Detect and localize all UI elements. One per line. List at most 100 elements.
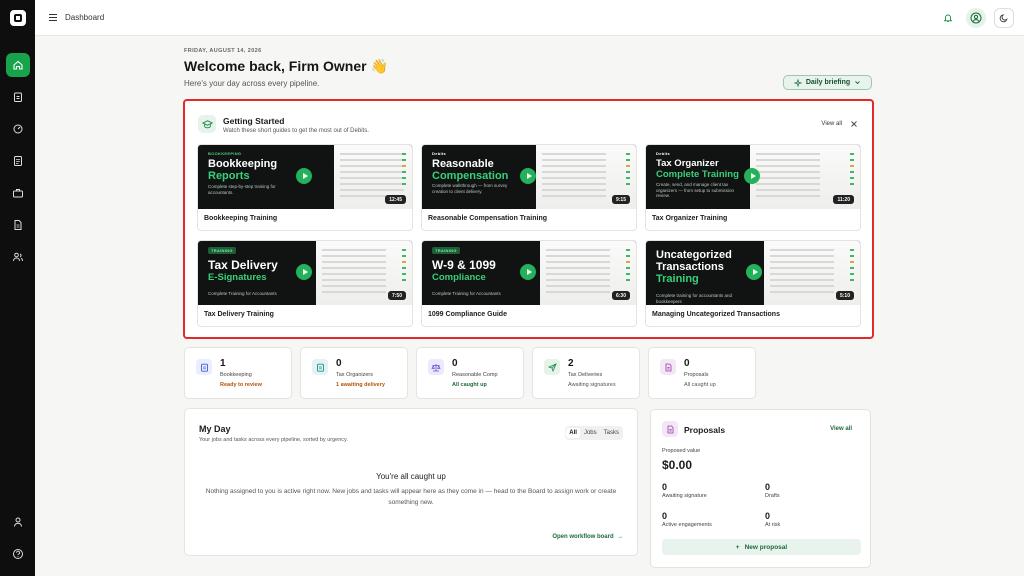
open-workflow-board-link[interactable]: Open workflow board → <box>552 534 623 540</box>
video-title: Bookkeeping Training <box>204 215 278 222</box>
getting-started-title: Getting Started <box>223 116 285 126</box>
current-date: FRIDAY, AUGUST 14, 2026 <box>184 48 262 54</box>
video-headline: Bookkeeping <box>208 158 278 170</box>
play-icon[interactable] <box>746 264 762 280</box>
sidebar-item-jobs[interactable] <box>6 181 30 205</box>
stat-label: Reasonable Comp <box>452 372 498 378</box>
stat-count: 0 <box>452 358 458 369</box>
video-thumbnail[interactable]: Uncategorized Transactions Training Comp… <box>646 241 860 305</box>
user-icon <box>13 517 22 527</box>
metric-label: Awaiting signature <box>662 493 707 499</box>
video-tag: Debits <box>432 151 447 156</box>
metric-active-engagements: 0 Active engagements <box>662 511 712 528</box>
metric-drafts: 0 Drafts <box>765 482 780 499</box>
video-card-reasonable-compensation[interactable]: Debits Reasonable Compensation Complete … <box>421 144 637 231</box>
sidebar-item-bookkeeping[interactable] <box>6 85 30 109</box>
filter-tasks[interactable]: Tasks <box>601 428 622 438</box>
video-blurb: Complete walkthrough — from survey creat… <box>432 183 508 194</box>
video-duration: 7:50 <box>387 291 406 300</box>
video-card-tax-delivery[interactable]: TRAINING Tax Delivery E-Signatures Compl… <box>197 240 413 327</box>
sidebar-item-clients[interactable] <box>6 245 30 269</box>
document-icon <box>662 421 678 437</box>
theme-toggle-button[interactable] <box>994 8 1014 28</box>
proposed-value: $0.00 <box>662 458 693 472</box>
sidebar-item-reasonable-comp[interactable] <box>6 117 30 141</box>
arrow-right-icon: → <box>615 534 623 540</box>
menu-button[interactable] <box>47 12 59 24</box>
video-headline-line-2: Transactions <box>656 261 724 273</box>
video-tag: TRAINING <box>432 247 460 254</box>
notifications-button[interactable] <box>938 8 958 28</box>
app-logo[interactable] <box>9 10 26 26</box>
clipboard-icon <box>196 359 212 375</box>
plus-icon: + <box>735 543 740 551</box>
proposals-panel: Proposals View all Proposed value $0.00 … <box>650 409 871 568</box>
stat-label: Bookkeeping <box>220 372 252 378</box>
topbar: Dashboard <box>35 0 1024 36</box>
sidebar-item-proposals[interactable] <box>6 213 30 237</box>
play-icon[interactable] <box>744 168 760 184</box>
video-thumbnail[interactable]: TRAINING Tax Delivery E-Signatures Compl… <box>198 241 412 305</box>
play-icon[interactable] <box>520 168 536 184</box>
video-card-uncategorized-transactions[interactable]: Uncategorized Transactions Training Comp… <box>645 240 861 327</box>
stat-label: Tax Organizers <box>336 372 373 378</box>
sparkle-icon <box>793 78 802 87</box>
video-title: Managing Uncategorized Transactions <box>652 311 780 318</box>
send-icon <box>544 359 560 375</box>
video-headline: Reasonable <box>432 158 494 170</box>
filter-jobs[interactable]: Jobs <box>581 428 600 438</box>
stat-count: 1 <box>220 358 226 369</box>
moon-icon <box>999 14 1008 23</box>
sidebar-item-tax-organizers[interactable] <box>6 149 30 173</box>
stat-status: 1 awaiting delivery <box>336 382 385 388</box>
video-card-tax-organizer[interactable]: Debits Tax Organizer Complete Training C… <box>645 144 861 231</box>
getting-started-panel: Getting Started Watch these short guides… <box>183 99 874 339</box>
video-headline: Tax Delivery <box>208 258 278 272</box>
video-card-1099-compliance[interactable]: TRAINING W-9 & 1099 Compliance Complete … <box>421 240 637 327</box>
video-card-bookkeeping[interactable]: BOOKKEEPING Bookkeeping Reports Complete… <box>197 144 413 231</box>
video-thumbnail[interactable]: Debits Tax Organizer Complete Training C… <box>646 145 860 209</box>
proposals-title: Proposals <box>684 425 726 435</box>
daily-briefing-button[interactable]: Daily briefing <box>783 75 872 90</box>
clipboard-icon <box>13 92 22 102</box>
home-icon <box>12 60 23 70</box>
stat-card-bookkeeping[interactable]: 1 Bookkeeping Ready to review <box>184 347 292 399</box>
sidebar-item-help[interactable] <box>6 542 30 566</box>
filter-all[interactable]: All <box>566 428 580 438</box>
stat-card-proposals[interactable]: 0 Proposals All caught up <box>648 347 756 399</box>
play-icon[interactable] <box>520 264 536 280</box>
video-headline: W-9 & 1099 <box>432 258 496 272</box>
video-tag: TRAINING <box>208 247 236 254</box>
briefcase-icon <box>12 189 23 198</box>
video-headline-accent: Training <box>656 273 699 285</box>
video-duration: 5:10 <box>835 291 854 300</box>
new-proposal-button[interactable]: + New proposal <box>662 539 861 555</box>
video-headline: Uncategorized <box>656 249 732 261</box>
video-blurb: Complete Training for Accountants <box>208 291 277 296</box>
my-day-subtitle: Your jobs and tasks across every pipelin… <box>199 437 348 443</box>
proposals-view-all[interactable]: View all <box>830 426 852 432</box>
document-icon <box>660 359 676 375</box>
sidebar-item-profile[interactable] <box>6 510 30 534</box>
account-button[interactable] <box>966 8 986 28</box>
stat-count: 0 <box>684 358 690 369</box>
video-tag: BOOKKEEPING <box>208 151 242 156</box>
video-thumbnail[interactable]: Debits Reasonable Compensation Complete … <box>422 145 636 209</box>
stat-status: Awaiting signatures <box>568 382 616 388</box>
play-icon[interactable] <box>296 168 312 184</box>
getting-started-view-all[interactable]: View all <box>821 121 842 127</box>
close-icon[interactable] <box>850 120 858 128</box>
play-icon[interactable] <box>296 264 312 280</box>
video-blurb: Complete step-by-step training for accou… <box>208 184 276 195</box>
sidebar-item-home[interactable] <box>5 53 30 77</box>
stat-card-reasonable-comp[interactable]: 0 Reasonable Comp All caught up <box>416 347 524 399</box>
sidebar-nav <box>5 53 30 269</box>
stat-count: 0 <box>336 358 342 369</box>
video-thumbnail[interactable]: BOOKKEEPING Bookkeeping Reports Complete… <box>198 145 412 209</box>
page-subtitle: Here's your day across every pipeline. <box>184 79 320 88</box>
video-headline-accent: Compliance <box>432 272 486 283</box>
metric-label: Drafts <box>765 493 780 499</box>
stat-card-tax-organizers[interactable]: 0 Tax Organizers 1 awaiting delivery <box>300 347 408 399</box>
stat-card-tax-deliveries[interactable]: 2 Tax Deliveries Awaiting signatures <box>532 347 640 399</box>
video-thumbnail[interactable]: TRAINING W-9 & 1099 Compliance Complete … <box>422 241 636 305</box>
